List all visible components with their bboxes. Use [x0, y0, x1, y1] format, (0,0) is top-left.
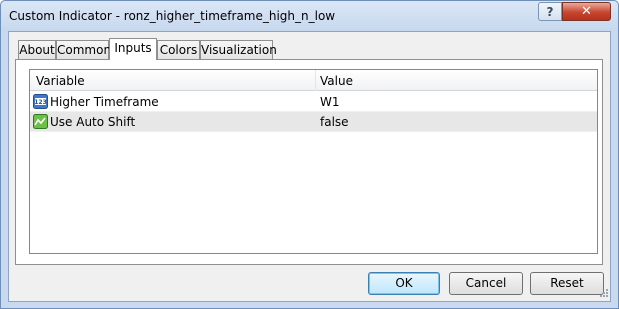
boolean-chart-icon — [33, 114, 48, 129]
ok-button[interactable]: OK — [368, 272, 440, 295]
column-header-value[interactable]: Value — [320, 74, 353, 88]
table-row[interactable]: 123 Higher Timeframe W1 — [30, 92, 597, 112]
variable-value[interactable]: W1 — [320, 95, 340, 109]
title-bar[interactable]: Custom Indicator - ronz_higher_timeframe… — [1, 1, 618, 31]
integer-123-icon: 123 — [33, 94, 48, 109]
tab-visualization[interactable]: Visualization — [200, 40, 277, 59]
tab-common[interactable]: Common — [56, 40, 111, 59]
dialog-window: Custom Indicator - ronz_higher_timeframe… — [0, 0, 619, 309]
svg-text:123: 123 — [34, 99, 47, 106]
close-button[interactable]: ✕ — [562, 2, 611, 21]
cancel-button[interactable]: Cancel — [449, 272, 523, 295]
tab-inputs[interactable]: Inputs — [109, 38, 157, 60]
column-header-variable[interactable]: Variable — [36, 74, 85, 88]
column-divider[interactable] — [315, 70, 316, 91]
variable-name: Use Auto Shift — [50, 115, 136, 129]
variable-name: Higher Timeframe — [50, 95, 159, 109]
reset-button[interactable]: Reset — [530, 272, 604, 295]
tab-about[interactable]: About — [18, 40, 56, 59]
help-button[interactable]: ? — [538, 2, 562, 21]
window-title: Custom Indicator - ronz_higher_timeframe… — [9, 9, 336, 23]
inputs-panel: Variable Value 123 Higher Timeframe W1 U… — [15, 59, 603, 265]
resize-grip-icon[interactable] — [597, 288, 609, 300]
tab-colors[interactable]: Colors — [157, 40, 200, 59]
table-row[interactable]: Use Auto Shift false — [30, 112, 597, 132]
grid-header: Variable Value — [30, 70, 597, 91]
dialog-client-area: About Common Inputs Colors Visualization… — [8, 31, 611, 302]
help-icon: ? — [546, 4, 554, 19]
inputs-grid: Variable Value 123 Higher Timeframe W1 U… — [29, 69, 598, 254]
variable-value[interactable]: false — [320, 115, 349, 129]
close-icon: ✕ — [581, 4, 592, 19]
